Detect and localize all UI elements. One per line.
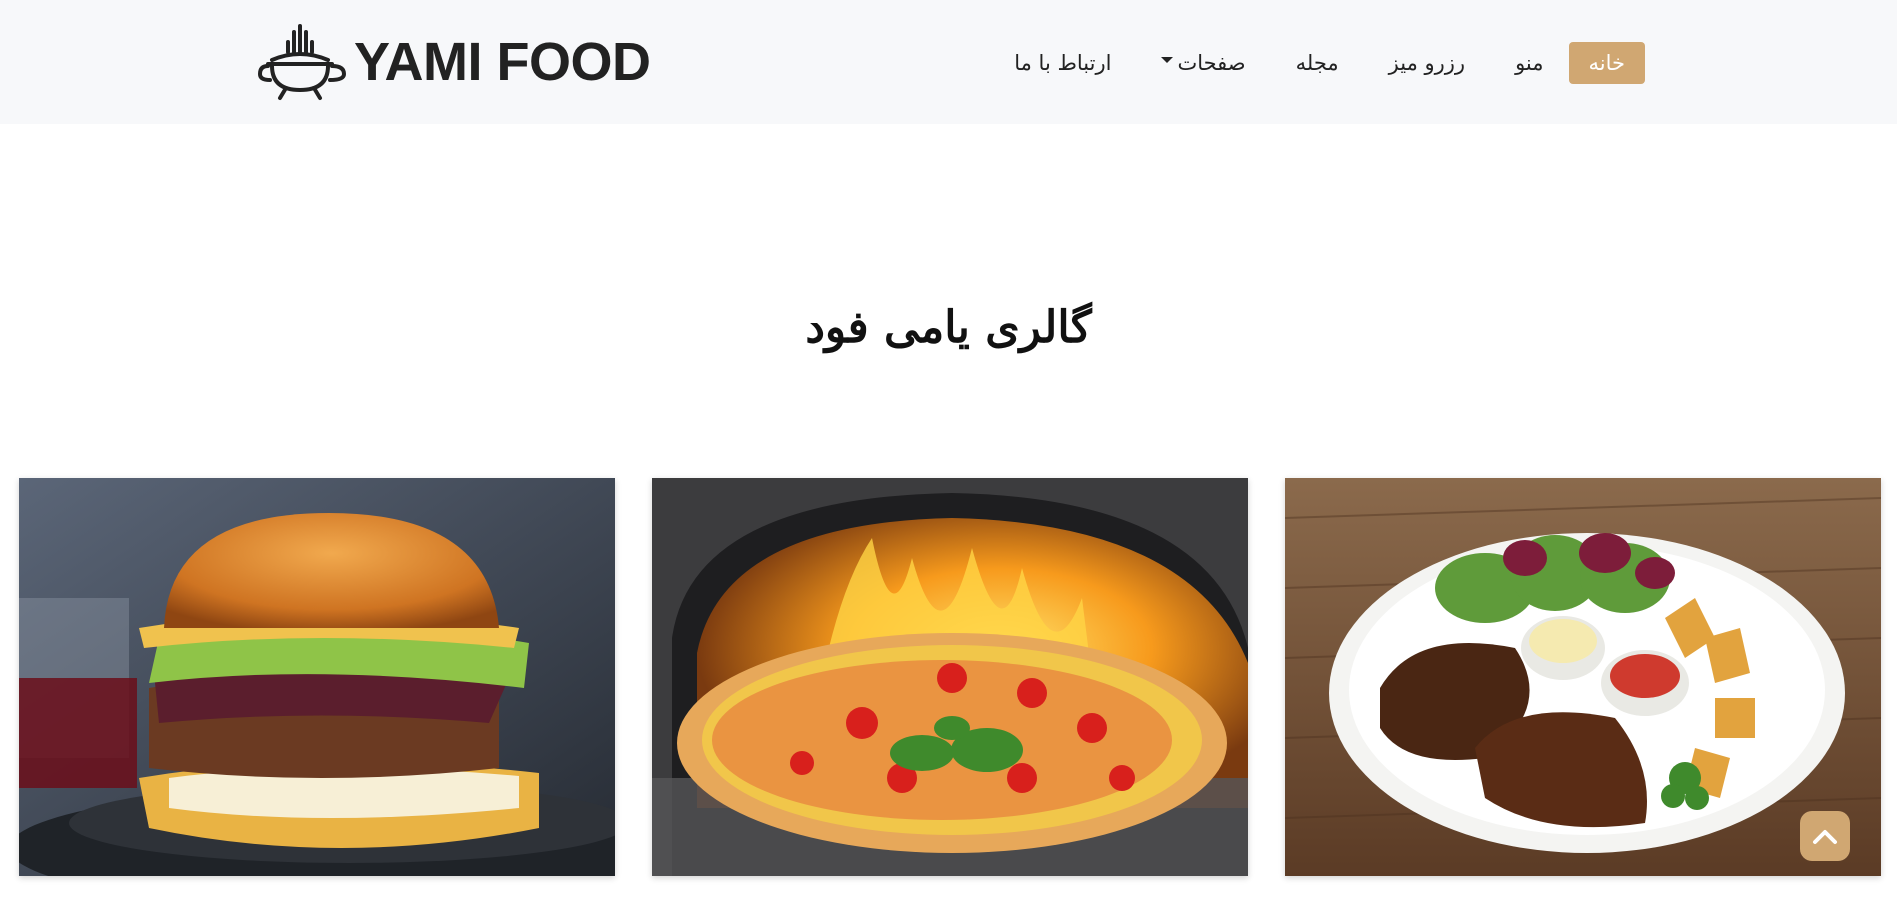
nav-pages-label: صفحات	[1177, 51, 1246, 75]
nav-contact[interactable]: ارتباط با ما	[1002, 42, 1123, 84]
ribs-plate-photo	[1285, 478, 1881, 876]
grill-pot-icon	[258, 24, 346, 100]
brand-name: YAMI FOOD	[354, 32, 651, 92]
nav-menu[interactable]: منو	[1503, 42, 1555, 84]
nav-pages-dropdown[interactable]: صفحات	[1149, 42, 1257, 84]
navbar: YAMI FOOD خانه منو رزرو میز مجله صفحات ا…	[0, 0, 1897, 124]
nav-home[interactable]: خانه	[1568, 42, 1645, 84]
brand-logo[interactable]: YAMI FOOD	[258, 22, 651, 102]
nav-reserve-table[interactable]: رزرو میز	[1377, 42, 1477, 84]
gallery-image-ribs-plate[interactable]	[1285, 478, 1881, 876]
nav-magazine[interactable]: مجله	[1284, 42, 1351, 84]
gallery-image-burger[interactable]	[19, 478, 615, 876]
pizza-photo	[652, 478, 1248, 876]
gallery-title: گالری یامی فود	[805, 302, 1092, 353]
caret-down-icon	[1161, 57, 1174, 63]
gallery-image-pizza[interactable]	[652, 478, 1248, 876]
burger-photo	[19, 478, 615, 876]
chevron-up-icon	[1813, 830, 1837, 844]
scroll-top-button[interactable]	[1800, 811, 1850, 861]
main-nav: خانه منو رزرو میز مجله صفحات ارتباط با م…	[980, 42, 1645, 84]
